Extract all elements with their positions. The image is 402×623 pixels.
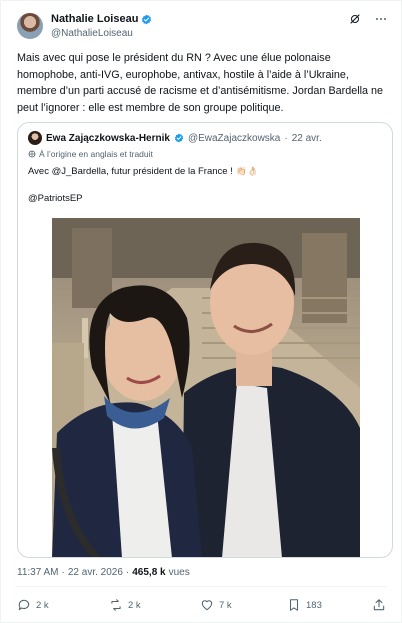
quoted-photo[interactable] [52,218,360,557]
share-icon [373,599,385,611]
divider [17,586,387,587]
like-button[interactable]: 7 k [200,598,232,612]
repost-icon [111,599,121,611]
more-icon[interactable] [375,13,387,25]
like-count: 7 k [219,599,232,611]
verified-badge-icon [142,14,152,24]
quoted-mention[interactable]: @PatriotsEP [28,193,83,204]
quoted-date[interactable]: 22 avr. [292,133,322,144]
bookmark-button[interactable]: 183 [287,598,322,612]
tweet-text: Mais avec qui pose le président du RN ? … [17,52,384,114]
quoted-handle[interactable]: @EwaZajaczkowska [188,133,280,144]
tweet-card: Nathalie Loiseau @NathalieLoiseau Mais a… [0,0,402,623]
grok-icon[interactable] [349,13,361,25]
translation-text: À l’origine en anglais et traduit [39,149,153,159]
share-button[interactable] [372,598,386,612]
bookmark-count: 183 [306,599,322,611]
meta-separator: · [125,567,130,578]
bookmark-icon [289,599,299,611]
tweet-meta: 11:37 AM · 22 avr. 2026 · 465,8 k vues [17,567,190,578]
reply-count: 2 k [36,599,49,611]
author-handle[interactable]: @NathalieLoiseau [51,28,133,39]
author-name-row[interactable]: Nathalie Loiseau [51,13,152,25]
quoted-name[interactable]: Ewa Zajączkowska-Hernik [46,133,170,144]
repost-button[interactable]: 2 k [109,598,141,612]
clap-emoji: 👏🏻👌🏻 [235,166,259,176]
tweet-date[interactable]: 22 avr. 2026 [68,567,123,578]
top-actions [349,13,387,25]
tweet-time[interactable]: 11:37 AM [17,567,59,578]
author-name[interactable]: Nathalie Loiseau [51,13,138,25]
quoted-tweet[interactable]: Ewa Zajączkowska-Hernik @EwaZajaczkowska… [17,122,393,558]
reply-icon [18,599,30,611]
views-label: vues [168,567,190,578]
quoted-separator: · [284,132,288,144]
action-bar: 2 k 2 k 7 k 183 [17,598,393,616]
reply-button[interactable]: 2 k [17,598,49,612]
quoted-text-line: Avec @J_Bardella, futur président de la … [28,166,258,177]
quoted-avatar[interactable] [28,131,42,145]
translate-icon [28,150,36,158]
verified-badge-icon [174,133,184,143]
quoted-header: Ewa Zajączkowska-Hernik @EwaZajaczkowska… [28,131,322,145]
views-count: 465,8 k [132,567,166,578]
quoted-text: Avec @J_Bardella, futur président de la … [28,166,233,177]
selfie-photo-image [52,218,360,557]
author-avatar[interactable] [17,13,43,39]
meta-separator: · [61,567,65,578]
translation-note: À l’origine en anglais et traduit [28,149,153,159]
repost-count: 2 k [128,599,141,611]
like-icon [201,600,213,611]
